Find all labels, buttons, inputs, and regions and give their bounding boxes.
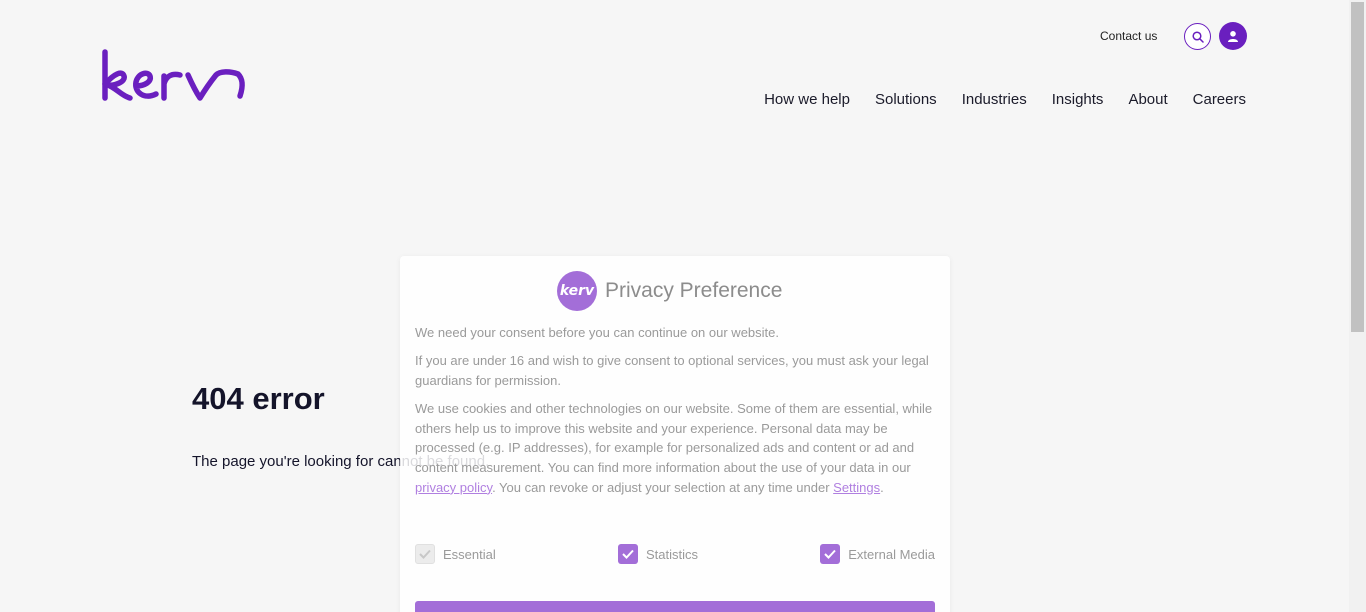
consent-text-3-part-3: . (880, 479, 884, 495)
dialog-logo: kerv (557, 271, 597, 311)
checkbox-external-media-label: External Media (848, 546, 935, 562)
settings-link[interactable]: Settings (833, 480, 880, 495)
checkbox-statistics-box[interactable] (618, 544, 638, 564)
nav-industries[interactable]: Industries (962, 91, 1027, 108)
consent-text-3-part-2: . You can revoke or adjust your selectio… (492, 479, 834, 495)
nav-insights[interactable]: Insights (1052, 91, 1104, 108)
user-icon (1228, 31, 1238, 42)
kerv-logo-mark (102, 49, 245, 101)
kerv-logo[interactable] (100, 48, 250, 104)
consent-text-1: We need your consent before you can cont… (415, 325, 779, 340)
checkmark-icon (824, 549, 836, 559)
page-scrollbar[interactable] (1349, 0, 1366, 612)
nav-how-we-help[interactable]: How we help (764, 91, 850, 108)
consent-checkboxes: Essential Statistics External Media (415, 544, 935, 564)
checkbox-external-media[interactable]: External Media (820, 544, 935, 564)
privacy-preference-dialog: kerv Privacy Preference We need your con… (400, 256, 950, 612)
dialog-header: kerv Privacy Preference (557, 271, 782, 311)
checkbox-essential-box (415, 544, 435, 564)
consent-text-2: If you are under 16 and wish to give con… (415, 353, 929, 388)
checkmark-icon (419, 549, 431, 559)
nav-about[interactable]: About (1128, 91, 1167, 108)
scrollbar-thumb[interactable] (1351, 2, 1364, 332)
search-button[interactable] (1184, 23, 1211, 50)
error-title: 404 error (192, 381, 325, 416)
nav-solutions[interactable]: Solutions (875, 91, 937, 108)
checkbox-external-media-box[interactable] (820, 544, 841, 564)
search-icon (1191, 30, 1204, 43)
accept-all-button[interactable] (415, 601, 935, 612)
contact-us-link[interactable]: Contact us (1100, 29, 1157, 43)
main-nav: How we help Solutions Industries Insight… (764, 91, 1246, 108)
privacy-policy-link[interactable]: privacy policy (415, 480, 492, 495)
account-button[interactable] (1219, 22, 1247, 50)
checkbox-essential-label: Essential (443, 546, 496, 562)
dialog-title: Privacy Preference (605, 279, 783, 302)
checkbox-essential: Essential (415, 544, 496, 564)
consent-text-3: We use cookies and other technologies on… (415, 399, 935, 498)
checkbox-statistics[interactable]: Statistics (618, 544, 698, 564)
checkbox-statistics-label: Statistics (646, 546, 699, 562)
consent-text-3-part-1: We use cookies and other technologies on… (415, 401, 933, 476)
nav-careers[interactable]: Careers (1193, 91, 1246, 108)
checkmark-icon (622, 549, 634, 559)
